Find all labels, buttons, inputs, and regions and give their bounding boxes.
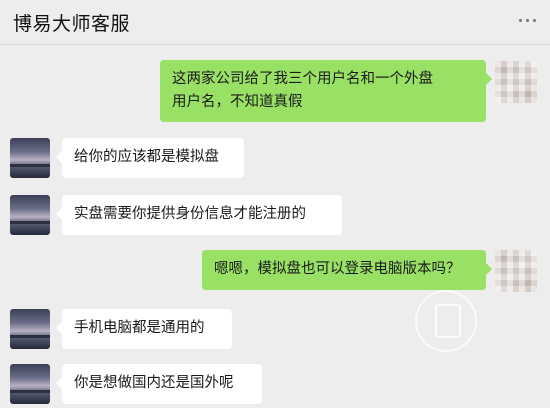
user-avatar[interactable] — [495, 61, 537, 103]
watermark-logo — [415, 290, 477, 352]
message-bubble-received[interactable]: 你是想做国内还是国外呢 — [56, 364, 262, 404]
chat-title: 博易大师客服 — [13, 13, 131, 35]
message-text: 你是想做国内还是国外呢 — [74, 375, 234, 391]
message-bubble-received[interactable]: 手机电脑都是通用的 — [56, 309, 232, 349]
message-bubble-received[interactable]: 实盘需要你提供身份信息才能注册的 — [56, 195, 342, 235]
message-text: 这两家公司给了我三个用户名和一个外盘 — [172, 71, 433, 87]
user-avatar[interactable] — [495, 250, 537, 292]
message-text: 手机电脑都是通用的 — [74, 320, 205, 336]
ellipsis-icon[interactable] — [519, 19, 536, 22]
agent-avatar[interactable] — [10, 364, 50, 404]
agent-avatar[interactable] — [10, 195, 50, 235]
message-text: 嗯嗯，模拟盘也可以登录电脑版本吗？ — [214, 261, 461, 277]
chat-header: 博易大师客服 — [0, 0, 550, 45]
message-text: 给你的应该都是模拟盘 — [74, 149, 219, 165]
message-bubble-sent[interactable]: 这两家公司给了我三个用户名和一个外盘 用户名，不知道真假 — [160, 60, 492, 122]
agent-avatar[interactable] — [10, 309, 50, 349]
message-text: 实盘需要你提供身份信息才能注册的 — [74, 206, 306, 222]
message-bubble-received[interactable]: 给你的应该都是模拟盘 — [56, 138, 244, 178]
message-text: 用户名，不知道真假 — [172, 94, 303, 110]
message-bubble-sent[interactable]: 嗯嗯，模拟盘也可以登录电脑版本吗？ — [202, 250, 492, 290]
agent-avatar[interactable] — [10, 138, 50, 178]
